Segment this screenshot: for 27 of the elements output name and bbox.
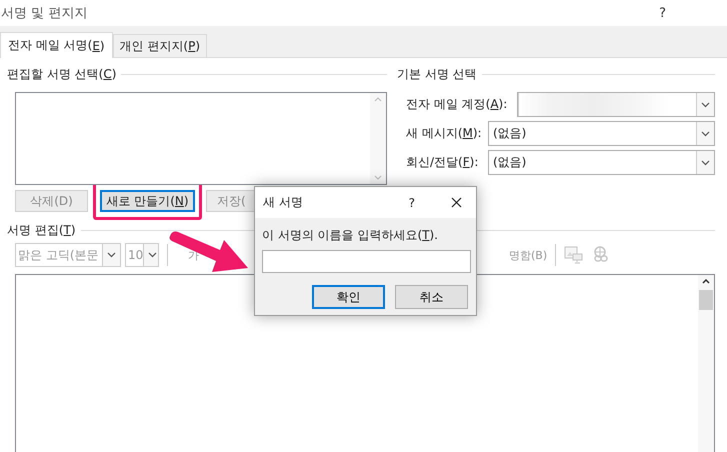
name-input-field[interactable] <box>262 250 471 273</box>
scrollbar[interactable] <box>698 275 714 452</box>
help-button[interactable]: ? <box>408 196 415 210</box>
tab[interactable]: 개인 편지지(P) <box>112 34 208 57</box>
scroll-thumb[interactable] <box>699 290 713 310</box>
scroll-up-icon <box>374 97 382 102</box>
dropdown[interactable]: (없음) <box>488 121 715 146</box>
field-label: 회신/전달(F): <box>406 154 480 171</box>
dropdown[interactable]: (없음) <box>488 150 715 175</box>
dialog-button[interactable]: 취소 <box>395 285 468 309</box>
prompt-text: 이 서명의 이름을 입력하세요(T). <box>262 227 439 244</box>
scrollbar[interactable] <box>370 93 386 184</box>
window-title: 서명 및 편지지 <box>1 5 88 22</box>
field-label: 전자 메일 계정(A): <box>406 96 508 113</box>
button[interactable]: 새로 만들기(N) <box>100 190 195 212</box>
scroll-up-icon <box>702 279 710 284</box>
signature-list[interactable] <box>15 92 387 185</box>
group-title: 기본 서명 선택 <box>397 66 477 82</box>
group-title: 서명 편집(T) <box>7 222 76 238</box>
group-title: 편집할 서명 선택(C) <box>7 66 116 82</box>
tab[interactable]: 전자 메일 서명(E) <box>0 32 113 58</box>
close-icon[interactable] <box>451 197 462 208</box>
dropdown[interactable] <box>517 92 715 117</box>
dialog-button[interactable]: 확인 <box>312 285 385 309</box>
field-label: 새 메시지(M): <box>406 125 483 142</box>
scroll-down-icon <box>374 175 382 180</box>
help-button[interactable]: ? <box>659 6 666 20</box>
